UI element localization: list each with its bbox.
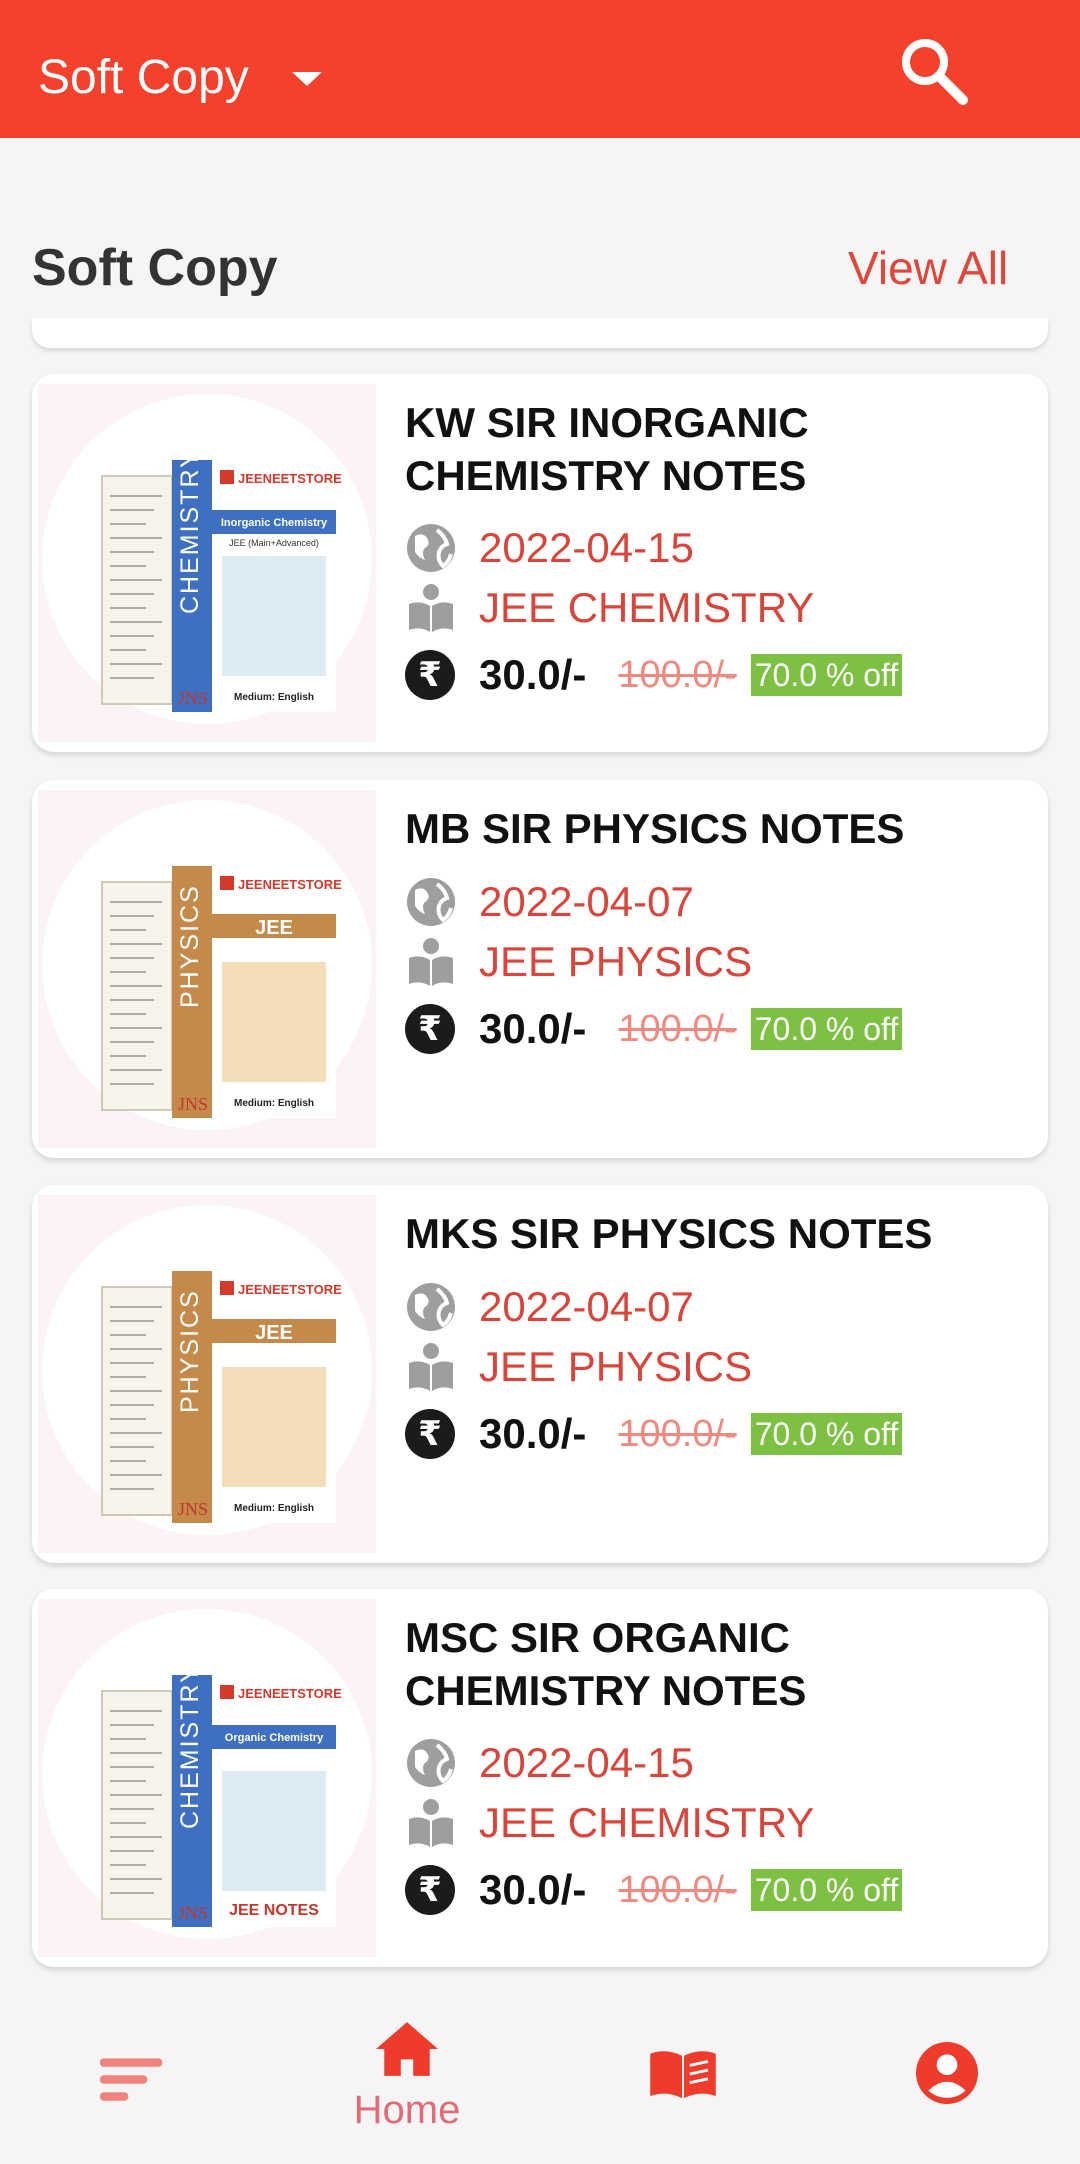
svg-text:Medium: English: Medium: English (234, 1503, 314, 1514)
section-title: Soft Copy (32, 239, 278, 297)
date-row: 2022-04-15 (405, 522, 694, 574)
bottom-nav: Home (0, 1994, 1080, 2164)
globe-icon (407, 878, 455, 926)
product-price: 30.0/- (479, 1866, 587, 1913)
svg-text:PHYSICS: PHYSICS (176, 884, 204, 1008)
category-row: JEE PHYSICS (405, 936, 752, 988)
product-price: 30.0/- (479, 651, 587, 698)
product-cover-image: CHEMISTRY JEENEETSTORE Organic Chemistry… (38, 1599, 376, 1957)
svg-text:JEENEETSTORE: JEENEETSTORE (238, 1686, 342, 1701)
product-cover-image: PHYSICS JEENEETSTORE JEE JNS Medium: Eng… (38, 790, 376, 1148)
category-row: JEE CHEMISTRY (405, 582, 814, 634)
nav-item-account[interactable] (810, 1994, 1080, 2164)
product-title[interactable]: MB SIR PHYSICS NOTES (405, 802, 1025, 855)
price-row: ₹ 30.0/- 100.0/- 70.0 % off (405, 1409, 903, 1459)
svg-text:Medium: English: Medium: English (234, 1098, 314, 1109)
svg-text:JEENEETSTORE: JEENEETSTORE (238, 877, 342, 892)
price-row: ₹ 30.0/- 100.0/- 70.0 % off (405, 1865, 903, 1915)
home-icon (376, 2022, 438, 2076)
svg-text:JEE (Main+Advanced): JEE (Main+Advanced) (229, 538, 319, 548)
product-cover-image: CHEMISTRY JEENEETSTORE Inorganic Chemist… (38, 384, 376, 742)
publish-date: 2022-04-07 (479, 878, 694, 925)
product-title[interactable]: MSC SIR ORGANIC CHEMISTRY NOTES (405, 1611, 1025, 1717)
product-price: 30.0/- (479, 1005, 587, 1052)
original-price: 100.0/- (618, 1868, 737, 1911)
category-row: JEE CHEMISTRY (405, 1797, 814, 1849)
product-card[interactable]: PHYSICS JEENEETSTORE JEE JNS Medium: Eng… (32, 780, 1048, 1158)
svg-text:JEENEETSTORE: JEENEETSTORE (238, 471, 342, 486)
price-row: ₹ 30.0/- 100.0/- 70.0 % off (405, 1004, 903, 1054)
nav-item-filter[interactable] (0, 1994, 270, 2164)
svg-text:JNS: JNS (178, 1499, 208, 1519)
publish-date: 2022-04-15 (479, 1739, 694, 1786)
price-row: ₹ 30.0/- 100.0/- 70.0 % off (405, 650, 903, 700)
product-category: JEE CHEMISTRY (479, 584, 815, 631)
product-price: 30.0/- (479, 1410, 587, 1457)
original-price: 100.0/- (618, 1412, 737, 1455)
nav-home-label: Home (353, 2088, 461, 2132)
svg-text:JEENEETSTORE: JEENEETSTORE (238, 1282, 342, 1297)
view-all-link[interactable]: View All (848, 241, 1008, 295)
app-bar: Soft Copy (0, 0, 1080, 138)
product-title[interactable]: KW SIR INORGANIC CHEMISTRY NOTES (405, 396, 1025, 502)
date-row: 2022-04-15 (405, 1737, 694, 1789)
svg-text:JNS: JNS (178, 688, 208, 708)
date-row: 2022-04-07 (405, 1281, 694, 1333)
category-row: JEE PHYSICS (405, 1341, 752, 1393)
original-price: 100.0/- (618, 653, 737, 696)
product-cover-image: PHYSICS JEENEETSTORE JEE JNS Medium: Eng… (38, 1195, 376, 1553)
category-dropdown-label[interactable]: Soft Copy (38, 50, 249, 105)
account-icon (916, 2042, 978, 2104)
reader-icon (409, 1799, 453, 1847)
discount-badge: 70.0 % off (750, 1413, 903, 1455)
nav-item-library[interactable] (548, 1994, 818, 2164)
globe-icon (407, 1739, 455, 1787)
svg-text:CHEMISTRY: CHEMISTRY (176, 449, 204, 614)
product-card[interactable]: PHYSICS JEENEETSTORE JEE JNS Medium: Eng… (32, 1185, 1048, 1563)
discount-badge: 70.0 % off (750, 1008, 903, 1050)
reader-icon (409, 938, 453, 986)
reader-icon (409, 584, 453, 632)
rupee-icon: ₹ (405, 650, 455, 700)
search-icon[interactable] (895, 32, 975, 112)
product-card[interactable]: CHEMISTRY JEENEETSTORE Inorganic Chemist… (32, 374, 1048, 752)
section-header: Soft Copy View All (0, 138, 1080, 338)
globe-icon (407, 1283, 455, 1331)
previous-card-edge (32, 318, 1048, 348)
svg-text:CHEMISTRY: CHEMISTRY (176, 1664, 204, 1829)
reader-icon (409, 1343, 453, 1391)
product-category: JEE PHYSICS (479, 938, 753, 985)
svg-text:JEE: JEE (255, 917, 293, 939)
svg-text:JNS: JNS (178, 1903, 208, 1923)
original-price: 100.0/- (618, 1007, 737, 1050)
nav-item-home[interactable]: Home (272, 1994, 542, 2164)
filter-icon (100, 2058, 163, 2101)
product-title[interactable]: MKS SIR PHYSICS NOTES (405, 1207, 1025, 1260)
book-icon (650, 2051, 716, 2099)
product-category: JEE CHEMISTRY (479, 1799, 815, 1846)
svg-text:Inorganic Chemistry: Inorganic Chemistry (221, 517, 328, 529)
rupee-icon: ₹ (405, 1004, 455, 1054)
svg-text:Organic Chemistry: Organic Chemistry (225, 1732, 324, 1744)
product-card[interactable]: CHEMISTRY JEENEETSTORE Organic Chemistry… (32, 1589, 1048, 1967)
discount-badge: 70.0 % off (750, 1869, 903, 1911)
svg-text:Medium: English: Medium: English (234, 692, 314, 703)
globe-icon (407, 524, 455, 572)
chevron-down-icon[interactable] (292, 72, 322, 86)
svg-text:PHYSICS: PHYSICS (176, 1289, 204, 1413)
publish-date: 2022-04-07 (479, 1283, 694, 1330)
svg-text:JNS: JNS (178, 1094, 208, 1114)
rupee-icon: ₹ (405, 1865, 455, 1915)
date-row: 2022-04-07 (405, 876, 694, 928)
product-category: JEE PHYSICS (479, 1343, 753, 1390)
rupee-icon: ₹ (405, 1409, 455, 1459)
discount-badge: 70.0 % off (750, 654, 903, 696)
svg-text:JEE NOTES: JEE NOTES (229, 1902, 319, 1919)
svg-text:JEE: JEE (255, 1322, 293, 1344)
publish-date: 2022-04-15 (479, 524, 694, 571)
